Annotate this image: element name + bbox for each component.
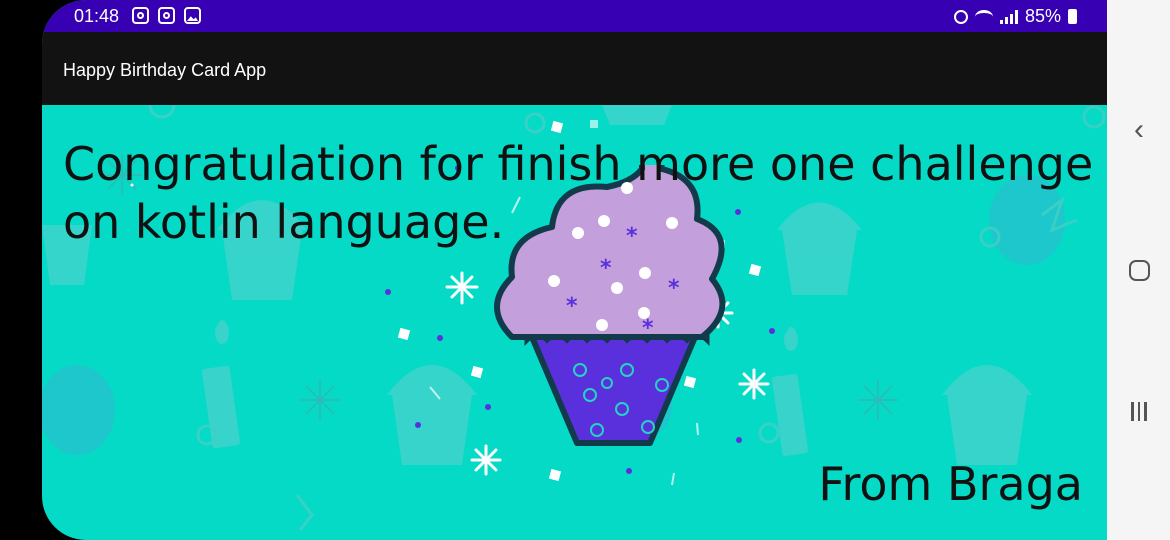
svg-text:*: *: [600, 256, 612, 281]
instagram-icon: [132, 7, 149, 24]
notification-icons: [132, 7, 201, 24]
status-bar: 01:48 85%: [42, 0, 1107, 32]
recents-icon[interactable]: [1121, 393, 1157, 429]
home-icon[interactable]: [1121, 252, 1157, 288]
status-time: 01:48: [74, 6, 120, 26]
battery-percent: 85%: [1024, 6, 1061, 26]
status-indicators: 85%: [953, 6, 1077, 27]
svg-text:*: *: [668, 276, 680, 301]
svg-text:*: *: [566, 294, 578, 319]
instagram-icon: [158, 7, 175, 24]
app-screen: 01:48 85% Happy Birthday Card App * * * …: [42, 0, 1107, 540]
card-message: Congratulation for finish more one chall…: [63, 137, 1094, 249]
phone-frame: 01:48 85% Happy Birthday Card App * * * …: [0, 0, 1170, 540]
card-signature: From Braga: [818, 457, 1083, 511]
app-title: Happy Birthday Card App: [63, 60, 267, 80]
svg-text:*: *: [642, 316, 654, 341]
navigation-bar: ‹: [1107, 0, 1170, 540]
signal-icon: [999, 9, 1018, 24]
app-bar: Happy Birthday Card App: [42, 32, 1107, 105]
birthday-card: * * * * * Congratulation for finish more on…: [42, 105, 1107, 540]
chevron-left-icon[interactable]: ‹: [1121, 112, 1157, 148]
battery-icon: [1068, 9, 1077, 24]
wifi-icon: [974, 9, 993, 24]
image-icon: [184, 7, 201, 24]
alarm-icon: [953, 9, 968, 24]
